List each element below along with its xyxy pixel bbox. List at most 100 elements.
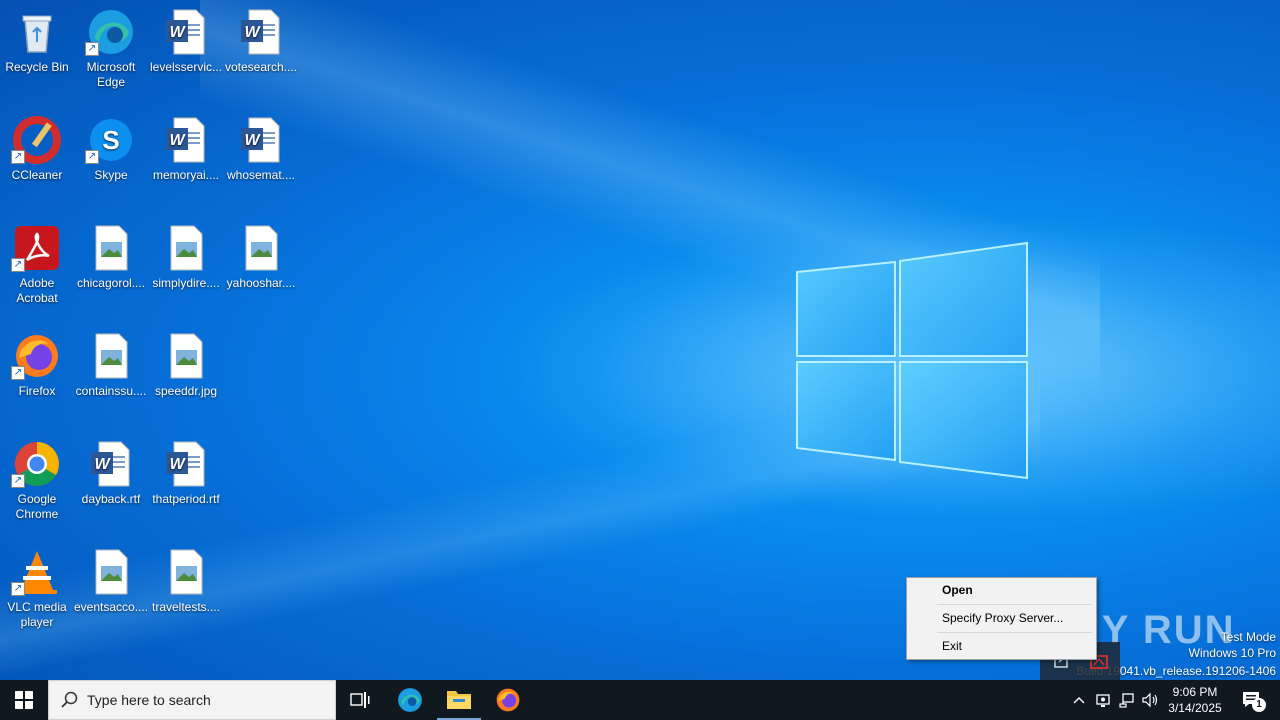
taskbar-firefox-button[interactable] bbox=[486, 680, 530, 720]
desktop-icon-label: Firefox bbox=[18, 384, 56, 398]
image-file-icon bbox=[87, 332, 135, 380]
desktop-icon-skype[interactable]: S ↗ Skype bbox=[74, 110, 148, 183]
task-view-icon bbox=[350, 692, 370, 708]
desktop-icon-file[interactable]: W dayback.rtf bbox=[74, 434, 148, 507]
desktop-icon-file[interactable]: chicagorol.... bbox=[74, 218, 148, 291]
windows-edition-text: Windows 10 Pro bbox=[1188, 646, 1276, 660]
windows-start-icon bbox=[15, 691, 33, 709]
desktop-icon-firefox[interactable]: ↗ Firefox bbox=[0, 326, 74, 399]
test-mode-text: Test Mode bbox=[1220, 630, 1276, 644]
menu-item-open[interactable]: Open bbox=[942, 579, 973, 601]
image-file-icon bbox=[87, 548, 135, 596]
desktop-icon-label: chicagorol.... bbox=[76, 276, 146, 290]
menu-separator bbox=[937, 632, 1092, 633]
start-button[interactable] bbox=[0, 680, 48, 720]
svg-text:S: S bbox=[102, 125, 119, 155]
svg-text:W: W bbox=[169, 132, 186, 149]
desktop-icon-label: speeddr.jpg bbox=[154, 384, 218, 398]
desktop-icon-file[interactable]: W memoryai.... bbox=[149, 110, 223, 183]
clock-time: 9:06 PM bbox=[1172, 685, 1218, 699]
svg-text:W: W bbox=[169, 456, 186, 473]
volume-icon bbox=[1142, 692, 1158, 708]
firefox-icon: ↗ bbox=[11, 332, 61, 380]
desktop-icon-microsoft-edge[interactable]: ↗ Microsoft Edge bbox=[74, 2, 148, 90]
volume-button[interactable] bbox=[1140, 680, 1162, 720]
desktop-icon-label: simplydire.... bbox=[152, 276, 220, 290]
desktop-icon-label: yahooshar.... bbox=[226, 276, 296, 290]
image-file-icon bbox=[87, 224, 135, 272]
desktop-icon-file[interactable]: containssu.... bbox=[74, 326, 148, 399]
desktop-icon-label: levelsservic... bbox=[149, 60, 223, 74]
desktop-icon-file[interactable]: traveltests.... bbox=[149, 542, 223, 615]
taskbar-search-box[interactable]: Type here to search bbox=[48, 680, 336, 720]
tray-device-button[interactable] bbox=[1092, 680, 1114, 720]
image-file-icon bbox=[237, 224, 285, 272]
edge-icon bbox=[398, 688, 422, 712]
word-doc-icon: W bbox=[162, 116, 210, 164]
word-doc-icon: W bbox=[162, 8, 210, 56]
desktop-icon-file[interactable]: speeddr.jpg bbox=[149, 326, 223, 399]
notification-count-badge: 1 bbox=[1252, 698, 1266, 712]
desktop-icon-label: traveltests.... bbox=[151, 600, 221, 614]
word-doc-icon: W bbox=[162, 440, 210, 488]
taskbar: Type here to search 9:06 PM 3/14/2025 1 bbox=[0, 680, 1280, 720]
desktop-icon-file[interactable]: W whosemat.... bbox=[224, 110, 298, 183]
vlc-icon: ↗ bbox=[11, 548, 61, 596]
action-center-button[interactable]: 1 bbox=[1230, 680, 1274, 720]
desktop-icon-label: eventsacco.... bbox=[74, 600, 149, 614]
acrobat-icon: ↗ bbox=[11, 224, 61, 272]
device-icon bbox=[1096, 694, 1110, 707]
word-doc-icon: W bbox=[237, 116, 285, 164]
image-file-icon bbox=[162, 332, 210, 380]
desktop-icon-label: whosemat.... bbox=[226, 168, 296, 182]
desktop-icon-label: thatperiod.rtf bbox=[152, 492, 220, 506]
desktop-icon-recycle-bin[interactable]: Recycle Bin bbox=[0, 2, 74, 75]
firefox-icon bbox=[496, 688, 520, 712]
desktop-icon-file[interactable]: W thatperiod.rtf bbox=[149, 434, 223, 507]
chrome-icon: ↗ bbox=[11, 440, 61, 488]
svg-text:W: W bbox=[244, 132, 261, 149]
desktop-icon-label: Skype bbox=[94, 168, 128, 182]
taskbar-edge-button[interactable] bbox=[388, 680, 432, 720]
svg-text:W: W bbox=[244, 24, 261, 41]
recycle-bin-icon bbox=[13, 8, 61, 56]
ccleaner-icon: ↗ bbox=[11, 116, 61, 164]
word-doc-icon: W bbox=[87, 440, 135, 488]
menu-item-specify-proxy[interactable]: Specify Proxy Server... bbox=[942, 607, 1063, 629]
image-file-icon bbox=[162, 548, 210, 596]
edge-icon: ↗ bbox=[85, 8, 135, 56]
desktop-icon-label: memoryai.... bbox=[152, 168, 219, 182]
word-doc-icon: W bbox=[237, 8, 285, 56]
search-placeholder: Type here to search bbox=[87, 692, 211, 708]
network-button[interactable] bbox=[1116, 680, 1138, 720]
desktop-icon-file[interactable]: simplydire.... bbox=[149, 218, 223, 291]
desktop-icon-label: VLC media player bbox=[7, 600, 67, 629]
desktop-icon-label: containssu.... bbox=[75, 384, 147, 398]
clock-button[interactable]: 9:06 PM 3/14/2025 bbox=[1164, 680, 1226, 720]
task-view-button[interactable] bbox=[338, 680, 382, 720]
search-icon bbox=[61, 691, 78, 708]
folder-icon bbox=[447, 691, 471, 709]
skype-icon: S ↗ bbox=[85, 116, 135, 164]
desktop-icon-google-chrome[interactable]: ↗ Google Chrome bbox=[0, 434, 74, 522]
network-icon bbox=[1119, 693, 1134, 708]
desktop-icon-label: Adobe Acrobat bbox=[16, 276, 58, 305]
desktop-icon-file[interactable]: W votesearch.... bbox=[224, 2, 298, 75]
desktop-icon-label: Recycle Bin bbox=[5, 60, 69, 74]
desktop-icon-ccleaner[interactable]: ↗ CCleaner bbox=[0, 110, 74, 183]
desktop-icon-label: Google Chrome bbox=[15, 492, 59, 521]
image-file-icon bbox=[162, 224, 210, 272]
show-hidden-icons-button[interactable] bbox=[1068, 680, 1090, 720]
desktop-icon-label: Microsoft Edge bbox=[86, 60, 136, 89]
svg-text:W: W bbox=[169, 24, 186, 41]
menu-item-exit[interactable]: Exit bbox=[942, 635, 962, 657]
desktop-icon-vlc[interactable]: ↗ VLC media player bbox=[0, 542, 74, 630]
taskbar-file-explorer-button[interactable] bbox=[437, 680, 481, 720]
desktop-icon-file[interactable]: W levelsservic... bbox=[149, 2, 223, 75]
desktop-icon-file[interactable]: yahooshar.... bbox=[224, 218, 298, 291]
desktop-icon-label: dayback.rtf bbox=[81, 492, 141, 506]
desktop-icon-file[interactable]: eventsacco.... bbox=[74, 542, 148, 615]
desktop-icon-label: CCleaner bbox=[11, 168, 63, 182]
desktop-icon-adobe-acrobat[interactable]: ↗ Adobe Acrobat bbox=[0, 218, 74, 306]
menu-gutter bbox=[907, 578, 935, 659]
